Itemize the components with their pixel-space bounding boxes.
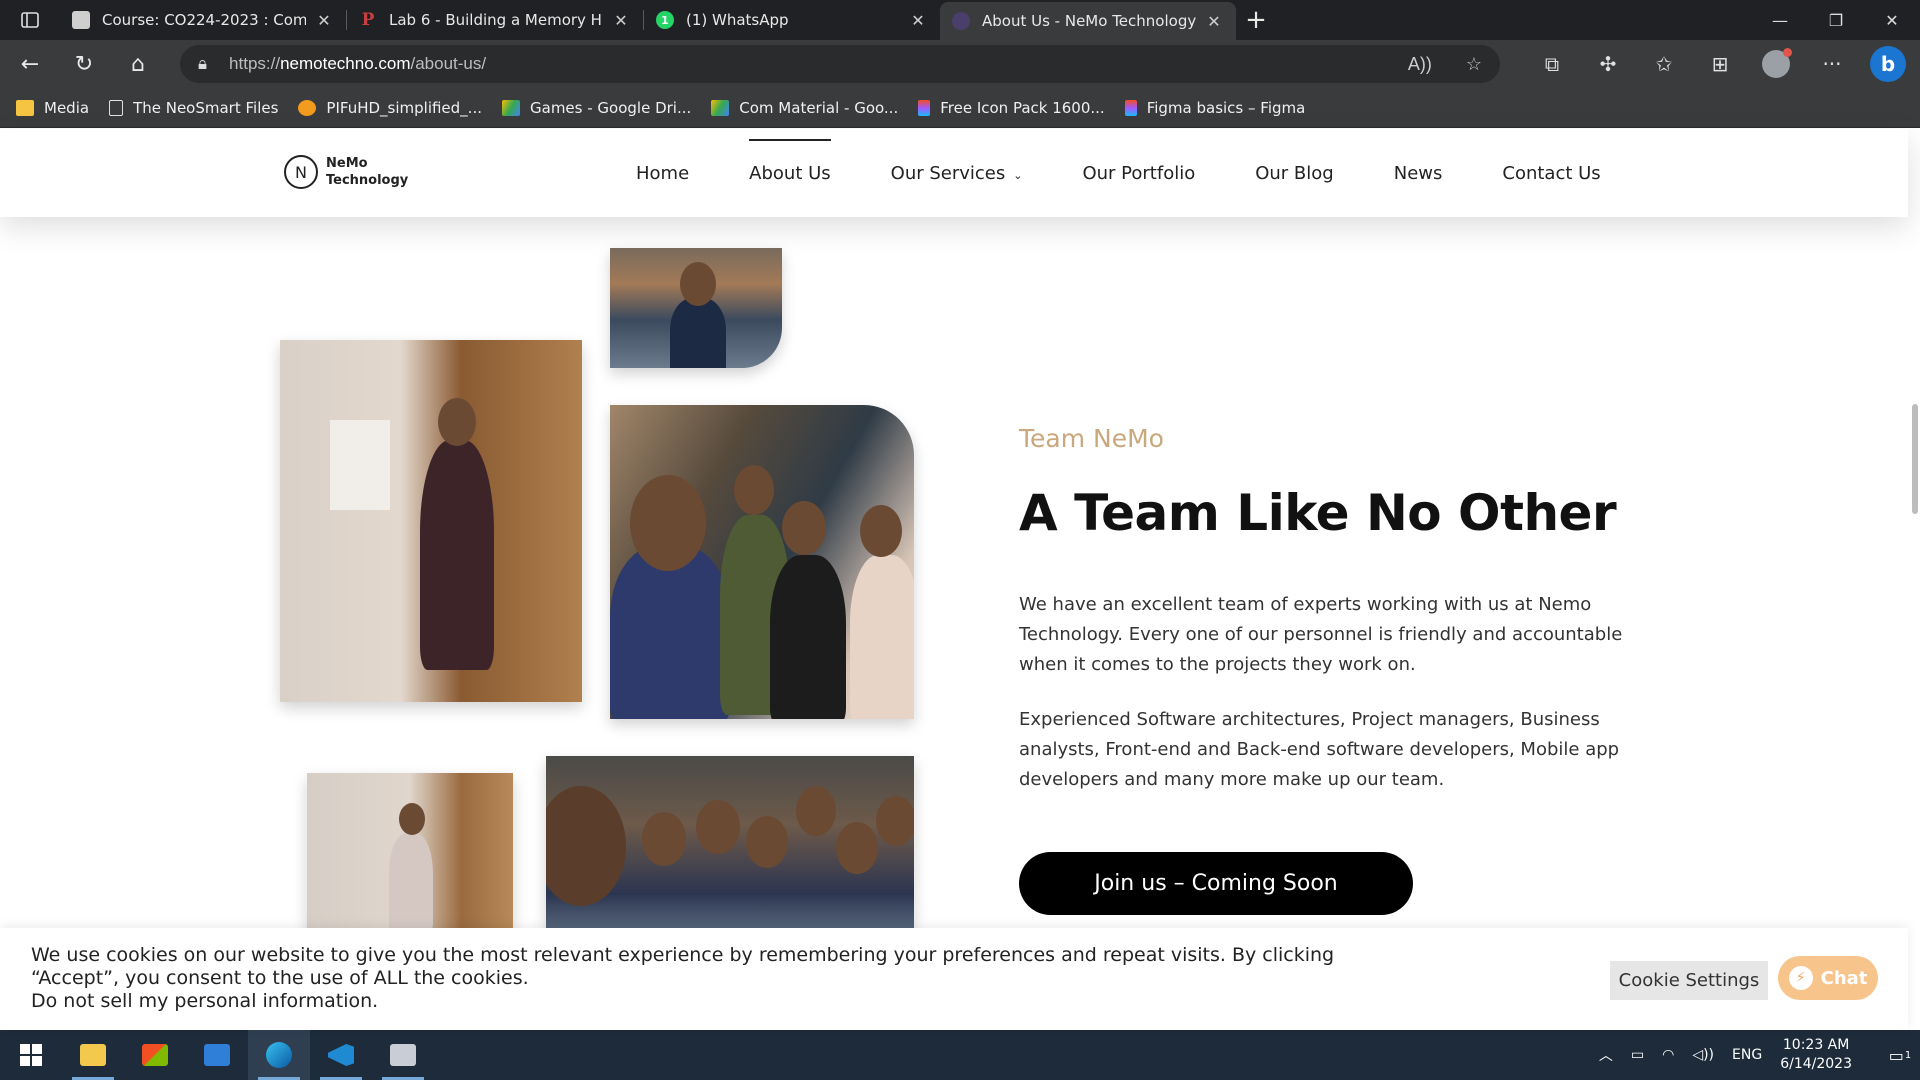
edge-browser-icon[interactable] <box>248 1030 310 1080</box>
bookmark-item[interactable]: Free Icon Pack 1600... <box>918 99 1105 117</box>
site-header: N NeMo Technology Home About Us Our Serv… <box>0 129 1908 217</box>
page-scrollbar[interactable] <box>1912 404 1918 514</box>
p-favicon-icon: P <box>361 10 375 30</box>
browser-tab[interactable]: P Lab 6 - Building a Memory Hiera ✕ <box>347 0 643 40</box>
clock[interactable]: 10:23 AM 6/14/2023 <box>1780 1036 1852 1074</box>
window-controls: — ❐ ✕ <box>1752 0 1920 40</box>
nav-our-portfolio[interactable]: Our Portfolio <box>1082 163 1195 184</box>
nav-our-services[interactable]: Our Services ⌄ <box>891 163 1023 184</box>
bookmark-item[interactable]: The NeoSmart Files <box>109 99 278 117</box>
google-drive-icon <box>711 99 730 116</box>
new-tab-button[interactable]: + <box>1236 0 1276 40</box>
main-nav: Home About Us Our Services ⌄ Our Portfoli… <box>636 129 1661 217</box>
figma-icon <box>1124 99 1137 116</box>
nav-home[interactable]: Home <box>636 163 689 184</box>
team-photo-standing-small <box>307 773 513 929</box>
team-photo-standing <box>280 340 582 702</box>
favorite-star-icon[interactable]: ☆ <box>1466 54 1482 75</box>
language-indicator[interactable]: ENG <box>1732 1047 1762 1063</box>
favorites-icon[interactable]: ✩ <box>1636 52 1692 76</box>
messenger-icon: ⚡ <box>1788 966 1813 990</box>
folder-icon <box>16 99 34 116</box>
chevron-up-icon[interactable]: ︿ <box>1599 1045 1613 1065</box>
notification-center-icon[interactable]: ▭ 1 <box>1880 1030 1920 1080</box>
battery-icon[interactable]: ▭ <box>1631 1047 1644 1063</box>
bookmarks-bar: Media The NeoSmart Files PIFuHD_simplifi… <box>0 88 1920 128</box>
close-tab-icon[interactable]: ✕ <box>314 11 334 30</box>
section-eyebrow: Team NeMo <box>1019 424 1164 453</box>
close-tab-icon[interactable]: ✕ <box>908 11 928 30</box>
team-roles-paragraph: Experienced Software architectures, Proj… <box>1019 709 1620 790</box>
volume-icon[interactable]: ◁)) <box>1692 1047 1714 1063</box>
bookmark-item[interactable]: Media <box>16 99 89 117</box>
vscode-icon[interactable] <box>310 1030 372 1080</box>
cookie-settings-button[interactable]: Cookie Settings <box>1610 961 1768 1000</box>
colab-icon <box>298 99 317 116</box>
url-scheme: https:// <box>229 54 281 73</box>
microsoft-store-icon[interactable] <box>124 1030 186 1080</box>
google-drive-icon <box>502 99 520 116</box>
bookmark-item[interactable]: Figma basics – Figma <box>1124 99 1305 117</box>
url-path: /about-us/ <box>410 54 487 73</box>
nav-contact-us[interactable]: Contact Us <box>1502 163 1600 184</box>
nav-news[interactable]: News <box>1394 163 1443 184</box>
home-icon[interactable]: ⌂ <box>114 44 162 84</box>
url-host: nemotechno.com <box>280 54 411 73</box>
close-tab-icon[interactable]: ✕ <box>1204 12 1224 31</box>
site-logo[interactable]: N NeMo Technology <box>284 155 408 189</box>
windows-logo-icon <box>20 1044 42 1066</box>
start-button[interactable] <box>0 1030 62 1080</box>
team-photo-portrait <box>610 248 782 368</box>
mail-icon[interactable] <box>186 1030 248 1080</box>
join-us-button[interactable]: Join us – Coming Soon <box>1019 852 1413 915</box>
browser-tab-active[interactable]: About Us - NeMo Technology ✕ <box>940 2 1236 40</box>
team-photo-group <box>546 756 914 928</box>
snipping-tool-icon[interactable] <box>372 1030 434 1080</box>
cookie-consent-bar: We use cookies on our website to give yo… <box>0 928 1908 1030</box>
do-not-sell-link[interactable]: Do not sell my personal information. <box>31 990 1351 1013</box>
course-favicon-icon <box>72 11 90 29</box>
profile-avatar[interactable] <box>1762 48 1792 78</box>
whatsapp-favicon-icon: 1 <box>656 11 674 29</box>
tab-sync-icon[interactable]: ⧉ <box>1524 52 1580 76</box>
minimize-icon[interactable]: — <box>1752 0 1808 40</box>
windows-taskbar: ︿ ▭ ◠ ◁)) ENG 10:23 AM 6/14/2023 ▭ 1 <box>0 1030 1920 1080</box>
cookie-message: We use cookies on our website to give yo… <box>31 944 1351 1013</box>
system-tray: ︿ ▭ ◠ ◁)) ENG 10:23 AM 6/14/2023 ▭ 1 <box>1599 1030 1920 1080</box>
team-description-paragraph: We have an excellent team of experts wor… <box>1019 594 1623 675</box>
read-aloud-icon[interactable]: A)) <box>1408 54 1432 75</box>
address-toolbar: ← ↻ ⌂ 🔒︎ https://nemotechno.com/about-us… <box>0 40 1920 88</box>
back-icon[interactable]: ← <box>6 44 54 84</box>
collections-icon[interactable]: ⊞ <box>1692 52 1748 76</box>
page-icon <box>109 99 124 116</box>
nemo-logo-icon: N <box>284 155 318 189</box>
restore-icon[interactable]: ❐ <box>1808 0 1864 40</box>
chevron-down-icon: ⌄ <box>1013 168 1023 182</box>
more-menu-icon[interactable]: ··· <box>1804 52 1860 76</box>
nav-our-blog[interactable]: Our Blog <box>1255 163 1334 184</box>
browser-tools: ⧉ ✣ ✩ ⊞ ··· b <box>1524 44 1906 84</box>
nav-about-us[interactable]: About Us <box>749 138 831 184</box>
browser-tab[interactable]: Course: CO224-2023 : Computer ✕ <box>60 0 346 40</box>
address-bar[interactable]: 🔒︎ https://nemotechno.com/about-us/ A)) … <box>180 45 1500 83</box>
refresh-icon[interactable]: ↻ <box>60 44 108 84</box>
close-tab-icon[interactable]: ✕ <box>611 11 631 30</box>
team-photo-group-selfie <box>610 405 914 719</box>
lock-icon: 🔒︎ <box>198 54 208 73</box>
close-window-icon[interactable]: ✕ <box>1864 0 1920 40</box>
chat-button[interactable]: ⚡ Chat <box>1778 956 1878 1000</box>
bookmark-item[interactable]: PIFuHD_simplified_... <box>298 99 482 117</box>
tab-actions-icon[interactable] <box>0 0 60 40</box>
figma-icon <box>918 99 931 116</box>
extensions-icon[interactable]: ✣ <box>1580 52 1636 76</box>
browser-tab[interactable]: 1 (1) WhatsApp ✕ <box>644 0 940 40</box>
browser-tab-bar: Course: CO224-2023 : Computer ✕ P Lab 6 … <box>0 0 1920 40</box>
bookmark-item[interactable]: Com Material - Goo... <box>711 99 898 117</box>
bing-icon[interactable]: b <box>1870 46 1906 82</box>
file-explorer-icon[interactable] <box>62 1030 124 1080</box>
section-headline: A Team Like No Other <box>1019 484 1617 542</box>
wifi-icon[interactable]: ◠ <box>1662 1047 1674 1063</box>
bookmark-item[interactable]: Games - Google Dri... <box>502 99 691 117</box>
nemo-favicon-icon <box>952 12 970 30</box>
